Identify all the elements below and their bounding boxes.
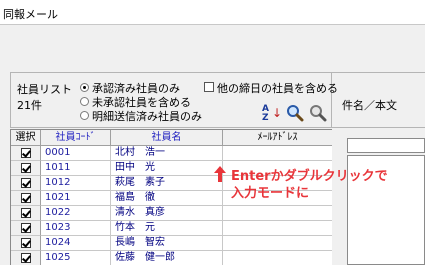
table-row[interactable]: 0001 北村 浩一	[11, 146, 332, 161]
include-other-dates-checkbox[interactable]	[204, 82, 214, 92]
row-code[interactable]: 1025	[41, 251, 111, 265]
row-email[interactable]	[223, 206, 332, 221]
row-select-checkbox[interactable]	[21, 223, 31, 233]
table-row[interactable]: 1023 竹本 元	[11, 221, 332, 236]
employee-count: 21件	[17, 99, 42, 112]
row-name[interactable]: 萩尾 素子	[111, 176, 223, 191]
row-name[interactable]: 北村 浩一	[111, 146, 223, 161]
row-code[interactable]: 1022	[41, 206, 111, 221]
row-code[interactable]: 1024	[41, 236, 111, 251]
radio-sent-only-label[interactable]: 明細送信済み社員のみ	[92, 108, 202, 124]
window-title: 同報メール	[3, 8, 58, 21]
subject-body-label: 件名／本文	[342, 99, 397, 112]
radio-approved-only[interactable]	[80, 83, 89, 92]
window-title-bar: 同報メール	[0, 0, 425, 24]
row-code[interactable]: 1011	[41, 161, 111, 176]
row-name[interactable]: 長嶋 智宏	[111, 236, 223, 251]
row-name[interactable]: 竹本 元	[111, 221, 223, 236]
instruction-callout: Enterかダブルクリックで 入力モードに	[214, 165, 394, 201]
up-arrow-icon	[214, 166, 226, 182]
row-code[interactable]: 1021	[41, 191, 111, 206]
row-email[interactable]	[223, 146, 332, 161]
row-select-checkbox[interactable]	[21, 238, 31, 248]
table-row[interactable]: 1025 佐藤 健一郎	[11, 251, 332, 265]
subject-input[interactable]	[347, 138, 425, 153]
row-code[interactable]: 0001	[41, 146, 111, 161]
row-code[interactable]: 1012	[41, 176, 111, 191]
header-employee-name[interactable]: 社員名	[111, 130, 223, 146]
row-select-checkbox[interactable]	[21, 253, 31, 263]
clear-search-icon[interactable]	[309, 104, 327, 122]
include-other-dates-label[interactable]: 他の締日の社員を含める	[217, 80, 338, 96]
row-email[interactable]	[223, 236, 332, 251]
header-employee-code[interactable]: 社員ｺｰﾄﾞ	[41, 130, 111, 146]
row-name[interactable]: 福島 徹	[111, 191, 223, 206]
radio-include-unapproved[interactable]	[80, 97, 89, 106]
callout-line-2: 入力モードに	[231, 186, 310, 201]
table-row[interactable]: 1024 長嶋 智宏	[11, 236, 332, 251]
header-email[interactable]: ﾒｰﾙｱﾄﾞﾚｽ	[223, 130, 332, 146]
employee-list-label: 社員リスト	[17, 83, 72, 96]
row-select-checkbox[interactable]	[21, 148, 31, 158]
row-email[interactable]	[223, 251, 332, 265]
search-icon[interactable]	[286, 104, 304, 122]
row-code[interactable]: 1023	[41, 221, 111, 236]
row-select-checkbox[interactable]	[21, 163, 31, 173]
row-select-checkbox[interactable]	[21, 178, 31, 188]
radio-sent-only[interactable]	[80, 111, 89, 120]
table-row[interactable]: 1022 清水 真彦	[11, 206, 332, 221]
row-email[interactable]	[223, 221, 332, 236]
row-select-checkbox[interactable]	[21, 208, 31, 218]
sort-az-icon[interactable]: A Z ↓	[262, 104, 282, 124]
row-name[interactable]: 清水 真彦	[111, 206, 223, 221]
header-select[interactable]: 選択	[11, 130, 41, 146]
row-name[interactable]: 佐藤 健一郎	[111, 251, 223, 265]
row-name[interactable]: 田中 光	[111, 161, 223, 176]
row-select-checkbox[interactable]	[21, 193, 31, 203]
